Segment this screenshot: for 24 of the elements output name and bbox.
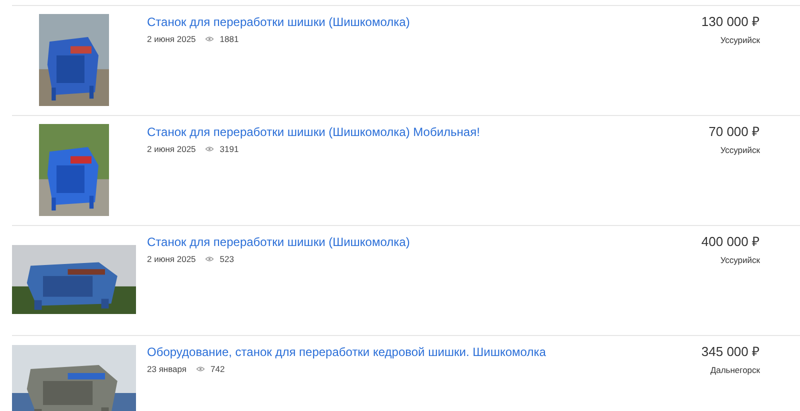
eye-icon	[204, 146, 214, 152]
listing-date: 2 июня 2025	[147, 144, 196, 154]
view-count: 3191	[220, 144, 239, 154]
view-count: 742	[210, 364, 225, 374]
listing-title[interactable]: Станок для переработки шишки (Шишкомолка) Мобильная!	[147, 124, 560, 140]
eye-icon	[204, 256, 214, 262]
listing-title[interactable]: Станок для переработки шишки (Шишкомолка)	[147, 234, 560, 250]
listing-date: 2 июня 2025	[147, 254, 196, 264]
listing-city: Уссурийск	[719, 35, 760, 45]
listing-price: 130 000 ₽	[700, 14, 760, 30]
eye-icon	[204, 36, 214, 42]
eye-icon	[196, 366, 204, 372]
listing-city: Дальнегорск	[709, 365, 760, 375]
listing-price: 400 000 ₽	[700, 234, 760, 250]
listing-date: 2 июня 2025	[147, 34, 196, 44]
listing-title[interactable]: Станок для переработки шишки (Шишкомолка)	[147, 14, 560, 30]
view-count: 523	[220, 254, 234, 264]
view-count: 1881	[220, 34, 239, 44]
listing-price: 70 000 ₽	[708, 124, 760, 140]
listing-city: Уссурийск	[719, 145, 760, 155]
listing-city: Уссурийск	[719, 255, 760, 265]
listing-price: 345 000 ₽	[700, 344, 760, 360]
listing-date: 23 января	[147, 364, 186, 374]
listing-title[interactable]: Оборудование, станок для переработки кедровой шишки. Шишкомолка	[147, 344, 560, 360]
